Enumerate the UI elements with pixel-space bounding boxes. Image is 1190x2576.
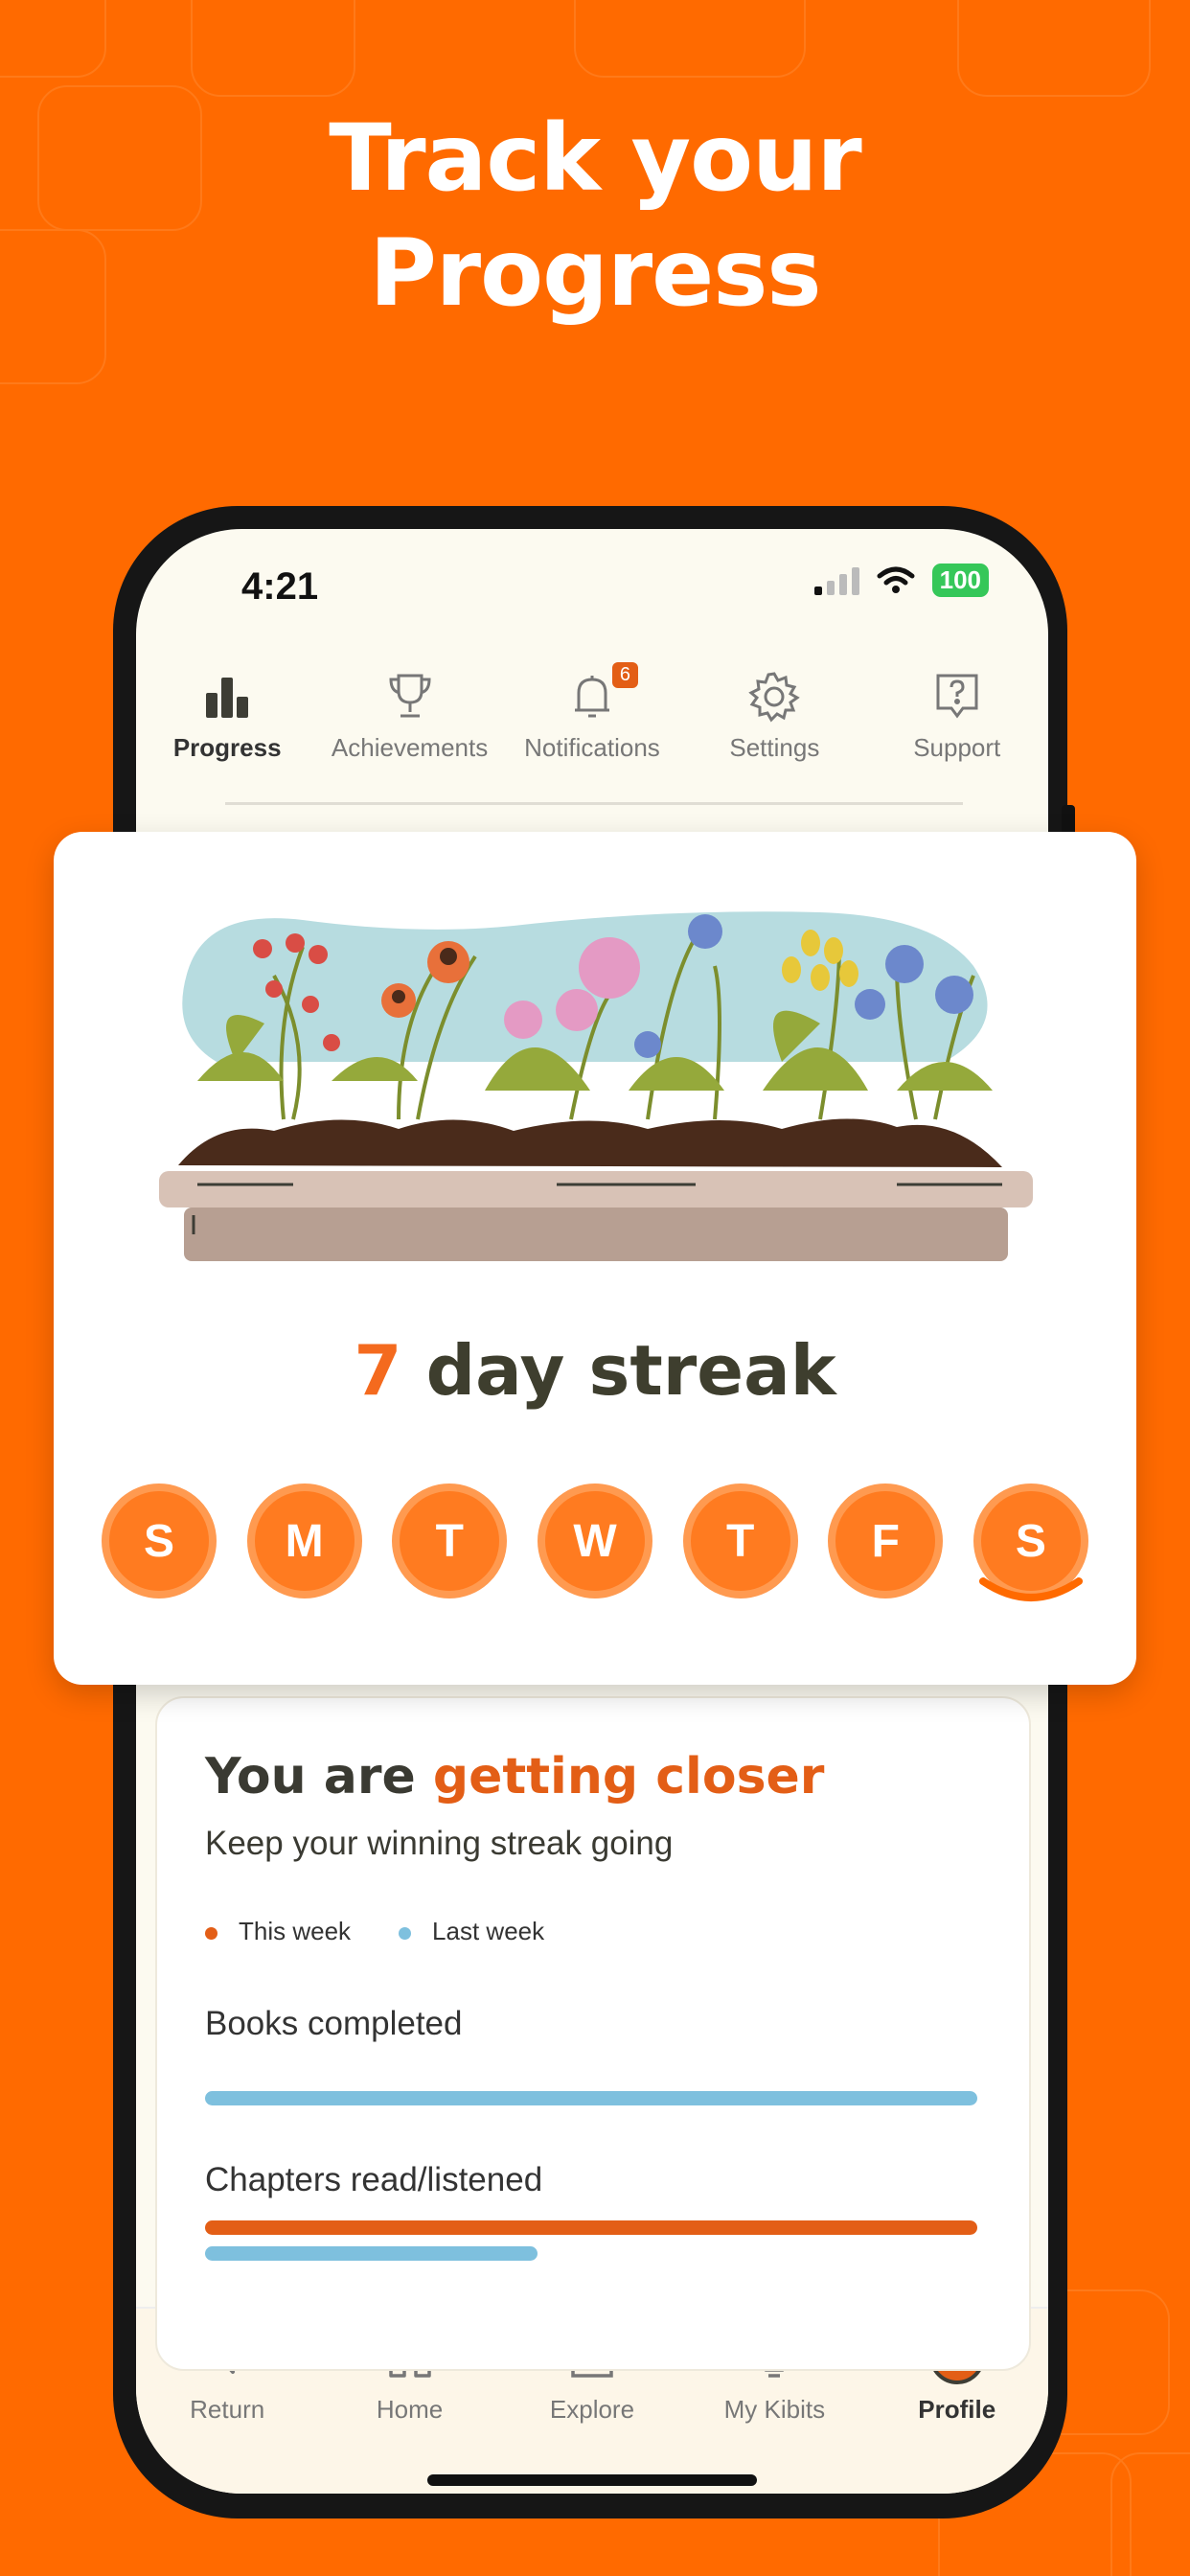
tab-support[interactable]: Support <box>871 668 1043 763</box>
tab-support-label: Support <box>913 733 1001 762</box>
nav-return-label: Return <box>190 2395 265 2424</box>
trophy-icon <box>389 674 431 718</box>
nav-my-kibits-label: My Kibits <box>723 2395 826 2424</box>
metric-chapters-last-week-bar <box>205 2246 538 2261</box>
headline-line-2: Progress <box>369 219 821 327</box>
week-days: S M T W T F S <box>102 1484 1088 1601</box>
tab-notifications[interactable]: 6 Notifications <box>506 662 678 763</box>
progress-title-prefix: You are <box>205 1748 416 1806</box>
tab-progress-label: Progress <box>172 733 282 762</box>
legend-last-week: Last week <box>399 1917 544 1946</box>
day-circle-sun: S <box>102 1484 217 1598</box>
top-nav-divider <box>225 802 963 805</box>
nav-explore-label: Explore <box>549 2395 635 2424</box>
progress-title-accent: getting closer <box>432 1748 825 1806</box>
bar-chart-icon <box>206 678 249 718</box>
headline-line-1: Track your <box>329 104 861 212</box>
day-circle-tue: T <box>392 1484 508 1598</box>
nav-home-label: Home <box>376 2395 444 2424</box>
metric-books-last-week-bar <box>205 2091 977 2105</box>
today-indicator-arc <box>978 1577 1083 1601</box>
battery-indicator: 100 <box>931 564 989 597</box>
metric-chapters-label: Chapters read/listened <box>205 2161 543 2198</box>
metric-chapters-this-week-bar <box>205 2220 977 2235</box>
notifications-badge: 6 <box>611 662 638 688</box>
tab-settings-label: Settings <box>729 733 820 762</box>
day-circle-thu: T <box>682 1484 798 1598</box>
legend-this-week: This week <box>205 1917 351 1946</box>
progress-card: You are getting closer Keep your winning… <box>155 1696 1031 2371</box>
status-icons: 100 <box>813 564 989 597</box>
tab-settings[interactable]: Settings <box>688 668 860 763</box>
progress-title: You are getting closer <box>205 1748 824 1806</box>
tab-progress[interactable]: Progress <box>141 668 313 763</box>
nav-profile-label: Profile <box>918 2395 996 2424</box>
streak-card: 7 day streak S M T W T F S <box>54 832 1136 1685</box>
tab-notifications-label: Notifications <box>524 733 660 762</box>
help-icon <box>936 674 978 719</box>
signal-icon <box>813 566 859 595</box>
day-circle-sat-letter: S <box>1015 1515 1046 1567</box>
headline: Track your Progress <box>0 101 1190 331</box>
status-time: 4:21 <box>241 565 319 608</box>
gear-icon <box>748 672 801 723</box>
legend-dot-this-week <box>205 1926 217 1940</box>
streak-count: 7 <box>354 1330 402 1411</box>
home-indicator <box>427 2474 757 2486</box>
legend-this-week-label: This week <box>239 1917 352 1945</box>
streak-label: day streak <box>425 1330 836 1411</box>
metric-books-label: Books completed <box>205 2005 463 2042</box>
chart-legend: This week Last week <box>205 1917 544 1946</box>
progress-subtitle: Keep your winning streak going <box>205 1825 674 1862</box>
streak-text: 7 day streak <box>54 1330 1136 1411</box>
wifi-icon <box>877 566 915 593</box>
legend-last-week-label: Last week <box>432 1917 545 1945</box>
top-nav: Progress Achievements 6 Notifications Se… <box>136 662 1048 763</box>
tab-achievements[interactable]: Achievements <box>324 668 496 763</box>
tab-achievements-label: Achievements <box>331 733 489 762</box>
day-circle-sat: S <box>973 1484 1088 1601</box>
day-circle-mon: M <box>246 1484 362 1598</box>
flower-planter-illustration <box>159 911 1033 1261</box>
legend-dot-last-week <box>399 1926 412 1940</box>
day-circle-fri: F <box>828 1484 944 1598</box>
day-circle-wed: W <box>537 1484 652 1598</box>
